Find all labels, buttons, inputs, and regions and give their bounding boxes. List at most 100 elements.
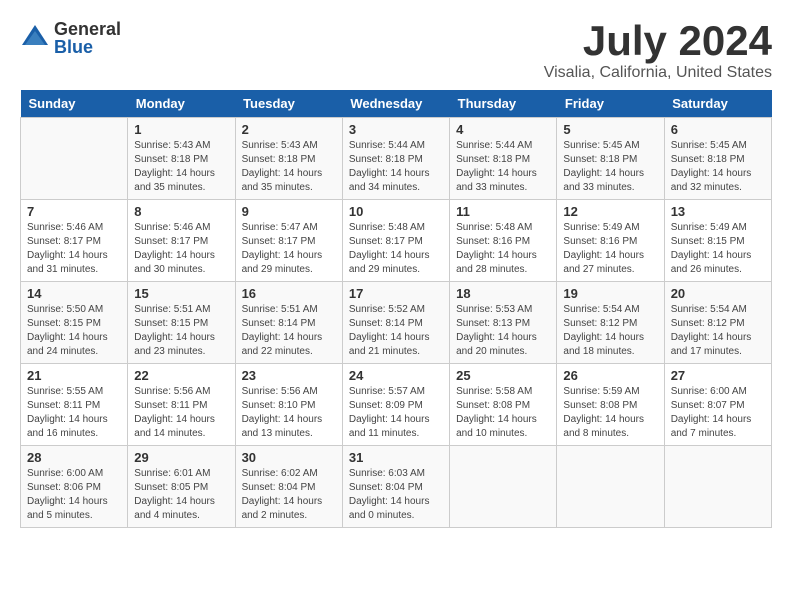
day-content: Sunrise: 5:59 AMSunset: 8:08 PMDaylight:…: [563, 385, 657, 441]
month-title: July 2024: [544, 20, 772, 62]
day-number: 11: [456, 204, 550, 219]
calendar-cell: 14 Sunrise: 5:50 AMSunset: 8:15 PMDayligh…: [21, 282, 128, 364]
header-saturday: Saturday: [664, 90, 771, 118]
calendar-cell: 27Sunrise: 6:00 AMSunset: 8:07 PMDayligh…: [664, 364, 771, 446]
day-number: 14: [27, 286, 121, 301]
day-content: Sunrise: 6:01 AMSunset: 8:05 PMDaylight:…: [134, 467, 228, 523]
day-number: 26: [563, 368, 657, 383]
calendar-cell: 11Sunrise: 5:48 AMSunset: 8:16 PMDayligh…: [450, 200, 557, 282]
calendar-cell: 10 Sunrise: 5:48 AMSunset: 8:17 PMDayligh…: [342, 200, 449, 282]
calendar-cell: [450, 446, 557, 528]
logo: General Blue: [20, 20, 121, 56]
day-content: Sunrise: 5:49 AMSunset: 8:15 PMDaylight:…: [671, 221, 765, 277]
page-header: General Blue July 2024 Visalia, Californ…: [20, 20, 772, 82]
calendar-cell: 24Sunrise: 5:57 AMSunset: 8:09 PMDayligh…: [342, 364, 449, 446]
day-content: Sunrise: 5:44 AMSunset: 8:18 PMDaylight:…: [456, 139, 550, 195]
day-content: Sunrise: 5:58 AMSunset: 8:08 PMDaylight:…: [456, 385, 550, 441]
header-thursday: Thursday: [450, 90, 557, 118]
day-number: 29: [134, 450, 228, 465]
day-content: Sunrise: 5:57 AMSunset: 8:09 PMDaylight:…: [349, 385, 443, 441]
calendar-cell: [664, 446, 771, 528]
header-friday: Friday: [557, 90, 664, 118]
title-block: July 2024 Visalia, California, United St…: [544, 20, 772, 82]
day-number: 12: [563, 204, 657, 219]
day-number: 20: [671, 286, 765, 301]
day-number: 10: [349, 204, 443, 219]
day-content: Sunrise: 5:48 AMSunset: 8:17 PMDaylight:…: [349, 221, 443, 277]
day-content: Sunrise: 6:03 AMSunset: 8:04 PMDaylight:…: [349, 467, 443, 523]
calendar-cell: [557, 446, 664, 528]
day-content: Sunrise: 6:02 AMSunset: 8:04 PMDaylight:…: [242, 467, 336, 523]
week-row-1: 1 Sunrise: 5:43 AMSunset: 8:18 PMDaylight…: [21, 118, 772, 200]
day-content: Sunrise: 5:49 AMSunset: 8:16 PMDaylight:…: [563, 221, 657, 277]
header-wednesday: Wednesday: [342, 90, 449, 118]
calendar-cell: 23 Sunrise: 5:56 AMSunset: 8:10 PMDayligh…: [235, 364, 342, 446]
day-content: Sunrise: 6:00 AMSunset: 8:06 PMDaylight:…: [27, 467, 121, 523]
calendar-cell: 25 Sunrise: 5:58 AMSunset: 8:08 PMDayligh…: [450, 364, 557, 446]
calendar-cell: 31 Sunrise: 6:03 AMSunset: 8:04 PMDayligh…: [342, 446, 449, 528]
week-row-3: 14 Sunrise: 5:50 AMSunset: 8:15 PMDayligh…: [21, 282, 772, 364]
logo-blue: Blue: [54, 38, 121, 56]
calendar-cell: 13 Sunrise: 5:49 AMSunset: 8:15 PMDayligh…: [664, 200, 771, 282]
week-row-5: 28 Sunrise: 6:00 AMSunset: 8:06 PMDayligh…: [21, 446, 772, 528]
day-number: 13: [671, 204, 765, 219]
day-number: 9: [242, 204, 336, 219]
day-number: 3: [349, 122, 443, 137]
header-tuesday: Tuesday: [235, 90, 342, 118]
day-number: 5: [563, 122, 657, 137]
day-content: Sunrise: 5:55 AMSunset: 8:11 PMDaylight:…: [27, 385, 121, 441]
calendar-cell: 7 Sunrise: 5:46 AMSunset: 8:17 PMDaylight…: [21, 200, 128, 282]
calendar-cell: 12 Sunrise: 5:49 AMSunset: 8:16 PMDayligh…: [557, 200, 664, 282]
day-content: Sunrise: 5:51 AMSunset: 8:14 PMDaylight:…: [242, 303, 336, 359]
calendar-cell: 4 Sunrise: 5:44 AMSunset: 8:18 PMDaylight…: [450, 118, 557, 200]
day-number: 8: [134, 204, 228, 219]
day-number: 31: [349, 450, 443, 465]
day-content: Sunrise: 5:47 AMSunset: 8:17 PMDaylight:…: [242, 221, 336, 277]
day-content: Sunrise: 5:56 AMSunset: 8:10 PMDaylight:…: [242, 385, 336, 441]
calendar-cell: 29 Sunrise: 6:01 AMSunset: 8:05 PMDayligh…: [128, 446, 235, 528]
calendar-cell: 17 Sunrise: 5:52 AMSunset: 8:14 PMDayligh…: [342, 282, 449, 364]
calendar-cell: 6 Sunrise: 5:45 AMSunset: 8:18 PMDaylight…: [664, 118, 771, 200]
day-number: 6: [671, 122, 765, 137]
day-number: 25: [456, 368, 550, 383]
day-content: Sunrise: 5:45 AMSunset: 8:18 PMDaylight:…: [563, 139, 657, 195]
day-content: Sunrise: 5:52 AMSunset: 8:14 PMDaylight:…: [349, 303, 443, 359]
day-content: Sunrise: 5:54 AMSunset: 8:12 PMDaylight:…: [563, 303, 657, 359]
day-content: Sunrise: 5:43 AMSunset: 8:18 PMDaylight:…: [242, 139, 336, 195]
day-content: Sunrise: 5:46 AMSunset: 8:17 PMDaylight:…: [27, 221, 121, 277]
logo-general: General: [54, 20, 121, 38]
calendar-cell: 5 Sunrise: 5:45 AMSunset: 8:18 PMDaylight…: [557, 118, 664, 200]
day-number: 28: [27, 450, 121, 465]
day-number: 18: [456, 286, 550, 301]
day-number: 22: [134, 368, 228, 383]
day-number: 2: [242, 122, 336, 137]
day-number: 4: [456, 122, 550, 137]
calendar-cell: 8Sunrise: 5:46 AMSunset: 8:17 PMDaylight…: [128, 200, 235, 282]
week-row-4: 21 Sunrise: 5:55 AMSunset: 8:11 PMDayligh…: [21, 364, 772, 446]
calendar-cell: 15Sunrise: 5:51 AMSunset: 8:15 PMDayligh…: [128, 282, 235, 364]
calendar-cell: 28 Sunrise: 6:00 AMSunset: 8:06 PMDayligh…: [21, 446, 128, 528]
logo-icon: [20, 23, 50, 53]
day-content: Sunrise: 5:45 AMSunset: 8:18 PMDaylight:…: [671, 139, 765, 195]
calendar-cell: 30 Sunrise: 6:02 AMSunset: 8:04 PMDayligh…: [235, 446, 342, 528]
day-number: 23: [242, 368, 336, 383]
day-number: 30: [242, 450, 336, 465]
calendar-cell: 20 Sunrise: 5:54 AMSunset: 8:12 PMDayligh…: [664, 282, 771, 364]
calendar-table: SundayMondayTuesdayWednesdayThursdayFrid…: [20, 90, 772, 528]
calendar-cell: [21, 118, 128, 200]
day-number: 1: [134, 122, 228, 137]
location: Visalia, California, United States: [544, 64, 772, 82]
day-number: 21: [27, 368, 121, 383]
day-number: 19: [563, 286, 657, 301]
day-number: 7: [27, 204, 121, 219]
calendar-cell: 21 Sunrise: 5:55 AMSunset: 8:11 PMDayligh…: [21, 364, 128, 446]
logo-text: General Blue: [54, 20, 121, 56]
calendar-cell: 9 Sunrise: 5:47 AMSunset: 8:17 PMDaylight…: [235, 200, 342, 282]
calendar-cell: 3Sunrise: 5:44 AMSunset: 8:18 PMDaylight…: [342, 118, 449, 200]
day-content: Sunrise: 5:50 AMSunset: 8:15 PMDaylight:…: [27, 303, 121, 359]
day-number: 17: [349, 286, 443, 301]
day-content: Sunrise: 5:43 AMSunset: 8:18 PMDaylight:…: [134, 139, 228, 195]
day-content: Sunrise: 5:54 AMSunset: 8:12 PMDaylight:…: [671, 303, 765, 359]
calendar-cell: 19 Sunrise: 5:54 AMSunset: 8:12 PMDayligh…: [557, 282, 664, 364]
calendar-cell: 16Sunrise: 5:51 AMSunset: 8:14 PMDayligh…: [235, 282, 342, 364]
